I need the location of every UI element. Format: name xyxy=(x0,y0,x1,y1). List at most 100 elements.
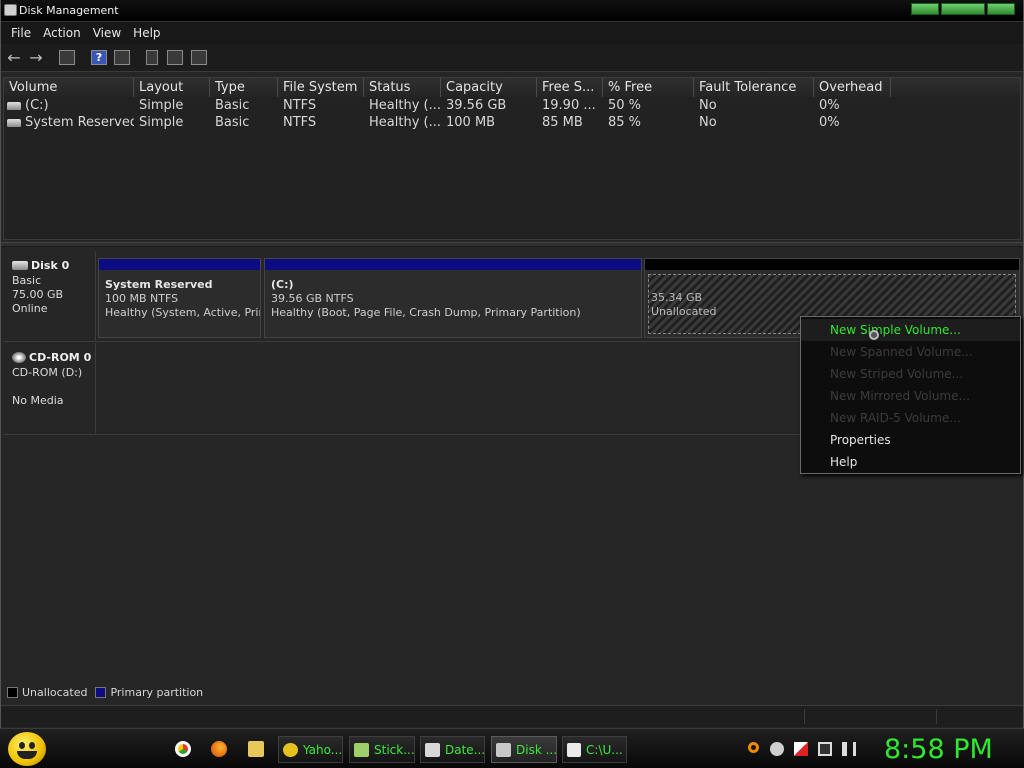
partition-system-reserved[interactable]: System Reserved 100 MB NTFS Healthy (Sys… xyxy=(98,258,261,338)
hard-disk-icon xyxy=(12,261,28,270)
menu-view[interactable]: View xyxy=(87,26,127,40)
cell-status: Healthy (... xyxy=(369,98,441,113)
task-label: C:\U... xyxy=(586,742,623,757)
menu-bar: File Action View Help xyxy=(1,22,1023,44)
taskbar: Yaho... Stick... Date... Disk ... C:\U..… xyxy=(0,728,1024,768)
help-icon[interactable]: ? xyxy=(91,50,107,65)
settings-icon[interactable] xyxy=(191,50,207,65)
cell-layout: Simple xyxy=(139,115,184,130)
col-volume[interactable]: Volume xyxy=(4,78,134,97)
cell-free-space: 85 MB xyxy=(542,115,583,130)
task-label: Stick... xyxy=(374,742,415,757)
disk-size: 75.00 GB xyxy=(12,288,64,301)
task-yahoo[interactable]: Yaho... xyxy=(278,736,343,763)
back-arrow-icon[interactable]: ← xyxy=(5,50,23,66)
col-overhead[interactable]: Overhead xyxy=(814,78,891,97)
disk-kind: Basic xyxy=(12,274,42,287)
window-title: Disk Management xyxy=(19,4,119,17)
table-row[interactable]: (C:) Simple Basic NTFS Healthy (... 39.5… xyxy=(4,97,1020,114)
menu-item-new-striped-volume[interactable]: New Striped Volume... xyxy=(801,363,1020,385)
volume-list[interactable]: Volume Layout Type File System Status Ca… xyxy=(3,77,1021,240)
col-percent-free[interactable]: % Free xyxy=(603,78,694,97)
search-icon[interactable] xyxy=(748,742,759,753)
menu-item-new-raid5-volume[interactable]: New RAID-5 Volume... xyxy=(801,407,1020,429)
show-hide-console-tree-icon[interactable] xyxy=(59,50,75,65)
col-capacity[interactable]: Capacity xyxy=(441,78,537,97)
partition-status: Healthy (System, Active, Primary Partiti… xyxy=(105,306,260,319)
cell-capacity: 100 MB xyxy=(446,115,496,130)
menu-item-help[interactable]: Help xyxy=(801,451,1020,473)
file-explorer-icon[interactable] xyxy=(248,741,264,757)
task-label: Date... xyxy=(445,742,485,757)
messenger-tray-icon[interactable] xyxy=(770,742,784,756)
menu-file[interactable]: File xyxy=(5,26,37,40)
toolbar: ← → ? xyxy=(1,44,1023,72)
cd-rom-icon xyxy=(12,352,26,363)
partition-size: 35.34 GB xyxy=(651,291,703,304)
close-button[interactable] xyxy=(986,3,1015,15)
properties-icon[interactable] xyxy=(114,50,130,65)
maximize-button[interactable] xyxy=(941,3,985,15)
legend: Unallocated Primary partition xyxy=(7,685,203,699)
cell-file-system: NTFS xyxy=(283,115,317,130)
disk-0-label[interactable]: Disk 0 Basic 75.00 GB Online xyxy=(3,251,96,341)
partition-size: 39.56 GB NTFS xyxy=(271,292,354,305)
legend-primary-label: Primary partition xyxy=(110,685,204,699)
volume-icon[interactable] xyxy=(842,742,856,756)
pane-splitter[interactable] xyxy=(1,242,1023,247)
disk-state: No Media xyxy=(12,394,64,407)
task-sticky-notes[interactable]: Stick... xyxy=(349,736,415,763)
title-bar[interactable]: Disk Management xyxy=(1,0,1023,22)
menu-help[interactable]: Help xyxy=(127,26,166,40)
legend-unallocated-label: Unallocated xyxy=(22,685,88,699)
cell-type: Basic xyxy=(215,115,250,130)
drive-icon xyxy=(7,101,21,110)
table-row[interactable]: System Reserved Simple Basic NTFS Health… xyxy=(4,114,1020,131)
rescan-disks-icon[interactable] xyxy=(167,50,183,65)
col-type[interactable]: Type xyxy=(210,78,278,97)
forward-arrow-icon[interactable]: → xyxy=(27,50,45,66)
cell-fault-tolerance: No xyxy=(699,115,717,130)
col-filler xyxy=(891,78,1020,97)
cell-capacity: 39.56 GB xyxy=(446,98,507,113)
task-disk-management[interactable]: Disk ... xyxy=(491,736,557,763)
refresh-icon[interactable] xyxy=(146,50,158,65)
menu-action[interactable]: Action xyxy=(37,26,87,40)
start-button-smiley-icon[interactable] xyxy=(8,732,46,766)
network-icon[interactable] xyxy=(818,742,832,756)
col-fault-tolerance[interactable]: Fault Tolerance xyxy=(694,78,814,97)
task-label: Disk ... xyxy=(516,742,557,757)
col-file-system[interactable]: File System xyxy=(278,78,364,97)
menu-item-new-simple-volume[interactable]: New Simple Volume... xyxy=(801,319,1020,341)
taskbar-clock[interactable]: 8:58 PM xyxy=(884,734,993,765)
action-center-flag-icon[interactable] xyxy=(794,742,808,756)
cell-percent-free: 85 % xyxy=(608,115,642,130)
unallocated-bar xyxy=(645,259,1019,270)
cell-overhead: 0% xyxy=(819,115,840,130)
col-free-space[interactable]: Free S... xyxy=(537,78,603,97)
disk-name: CD-ROM 0 xyxy=(29,351,92,364)
firefox-icon[interactable] xyxy=(211,741,227,757)
cell-volume: (C:) xyxy=(25,98,49,113)
task-7zip[interactable]: C:\U... xyxy=(562,736,627,763)
menu-item-new-mirrored-volume[interactable]: New Mirrored Volume... xyxy=(801,385,1020,407)
primary-partition-bar xyxy=(99,259,260,270)
disk-state: Online xyxy=(12,302,48,315)
busy-cursor-icon xyxy=(869,330,879,340)
col-layout[interactable]: Layout xyxy=(134,78,210,97)
col-status[interactable]: Status xyxy=(364,78,441,97)
task-date[interactable]: Date... xyxy=(420,736,485,763)
menu-item-new-spanned-volume[interactable]: New Spanned Volume... xyxy=(801,341,1020,363)
partition-c-drive[interactable]: (C:) 39.56 GB NTFS Healthy (Boot, Page F… xyxy=(264,258,642,338)
cell-fault-tolerance: No xyxy=(699,98,717,113)
disk-name: Disk 0 xyxy=(31,259,70,272)
disk-kind: CD-ROM (D:) xyxy=(12,366,83,379)
disk-management-icon xyxy=(496,742,511,757)
task-label: Yaho... xyxy=(303,742,343,757)
cdrom-0-label[interactable]: CD-ROM 0 CD-ROM (D:) No Media xyxy=(3,343,96,434)
minimize-button[interactable] xyxy=(911,3,940,15)
cell-volume: System Reserved xyxy=(25,115,134,130)
chrome-icon[interactable] xyxy=(175,741,191,757)
menu-item-properties[interactable]: Properties xyxy=(801,429,1020,451)
partition-name: (C:) xyxy=(271,278,294,291)
